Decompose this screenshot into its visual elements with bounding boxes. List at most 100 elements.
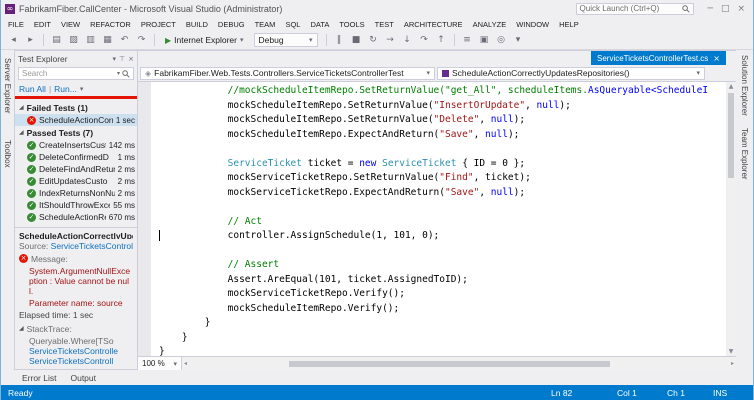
stop-debugging-icon[interactable]: ■: [349, 33, 364, 48]
code-line[interactable]: [159, 200, 726, 215]
horizontal-scroll-thumb[interactable]: [289, 361, 610, 367]
toolbar-options-icon[interactable]: ▾: [511, 33, 526, 48]
find-in-files-icon[interactable]: ◎: [494, 33, 509, 48]
menu-item-view[interactable]: VIEW: [56, 20, 85, 29]
stack-frame-link[interactable]: ServiceTicketsControlle: [19, 346, 133, 356]
code-line[interactable]: mockServiceTicketRepo.Verify();: [159, 287, 726, 302]
navigate-backward-icon[interactable]: ◂: [6, 33, 21, 48]
test-item[interactable]: ✓EditUpdatesCusto2 ms: [15, 175, 137, 187]
menu-item-build[interactable]: BUILD: [181, 20, 213, 29]
code-line[interactable]: [159, 142, 726, 157]
zoom-control[interactable]: 100 % ▾: [138, 357, 182, 370]
navigate-forward-icon[interactable]: ▸: [23, 33, 38, 48]
tab-team-explorer[interactable]: Team Explorer: [740, 128, 749, 180]
test-group-header[interactable]: ◢Failed Tests (1): [15, 101, 137, 114]
vertical-scroll-thumb[interactable]: [728, 93, 734, 178]
restart-icon[interactable]: ↻: [366, 33, 381, 48]
undo-icon[interactable]: ↶: [117, 33, 132, 48]
code-line[interactable]: Assert.AreEqual(101, ticket.AssignedToID…: [159, 273, 726, 288]
menu-item-sql[interactable]: SQL: [280, 20, 305, 29]
menu-item-team[interactable]: TEAM: [250, 20, 281, 29]
test-item[interactable]: ✓DeleteConfirmedD1 ms: [15, 151, 137, 163]
menu-item-edit[interactable]: EDIT: [29, 20, 56, 29]
code-line[interactable]: }: [159, 316, 726, 331]
test-item[interactable]: ×ScheduleActionCorrec1 sec: [15, 114, 137, 126]
run-all-link[interactable]: Run All: [19, 84, 46, 94]
code-line[interactable]: mockScheduleItemRepo.ExpectAndReturn("Sa…: [159, 128, 726, 143]
menu-item-test[interactable]: TEST: [370, 20, 399, 29]
code-line[interactable]: controller.AssignSchedule(1, 101, 0);: [159, 229, 726, 244]
document-tab-active[interactable]: ServiceTicketsControllerTest.cs ×: [591, 51, 726, 65]
close-icon[interactable]: ×: [128, 55, 134, 63]
test-item[interactable]: ✓ItShouldThrowExce55 ms: [15, 199, 137, 211]
solution-explorer-icon[interactable]: ≡: [460, 33, 475, 48]
menu-item-refactor[interactable]: REFACTOR: [85, 20, 136, 29]
code-line[interactable]: [159, 244, 726, 259]
start-debugging-button[interactable]: ▶Internet Explorer▾: [160, 35, 249, 45]
solution-configuration-dropdown[interactable]: Debug▾: [254, 33, 318, 47]
chevron-down-icon[interactable]: ▾: [80, 85, 84, 93]
menu-item-debug[interactable]: DEBUG: [213, 20, 250, 29]
menu-item-data[interactable]: DATA: [305, 20, 334, 29]
code-line[interactable]: //mockScheduleItemRepo.SetReturnValue("g…: [159, 84, 726, 99]
pin-icon[interactable]: ⊤: [119, 55, 125, 63]
run-menu-link[interactable]: Run...: [54, 84, 77, 94]
menu-item-help[interactable]: HELP: [554, 20, 584, 29]
test-item[interactable]: ✓IndexReturnsNonNul2 ms: [15, 187, 137, 199]
tab-solution-explorer[interactable]: Solution Explorer: [740, 55, 749, 116]
horizontal-scrollbar[interactable]: ◂ ▸: [182, 357, 736, 370]
test-search-input[interactable]: Search ▾: [18, 67, 134, 80]
chevron-down-icon[interactable]: ▾: [117, 70, 120, 77]
scroll-right-icon[interactable]: ▸: [729, 357, 736, 371]
test-item[interactable]: ✓CreateInsertsCusto142 ms: [15, 139, 137, 151]
menu-item-tools[interactable]: TOOLS: [334, 20, 369, 29]
test-item[interactable]: ✓ScheduleActionRet670 ms: [15, 211, 137, 223]
test-item[interactable]: ✓DeleteFindAndRetur2 ms: [15, 163, 137, 175]
type-dropdown[interactable]: ◈ FabrikamFiber.Web.Tests.Controllers.Se…: [140, 67, 435, 80]
break-all-icon[interactable]: ‖: [332, 33, 347, 48]
code-line[interactable]: ServiceTicket ticket = new ServiceTicket…: [159, 157, 726, 172]
close-button[interactable]: ×: [737, 4, 745, 14]
step-over-icon[interactable]: ↷: [417, 33, 432, 48]
tab-toolbox[interactable]: Toolbox: [3, 140, 12, 168]
code-line[interactable]: mockServiceTicketRepo.ExpectAndReturn("S…: [159, 186, 726, 201]
menu-item-architecture[interactable]: ARCHITECTURE: [399, 20, 468, 29]
code-line[interactable]: }: [159, 331, 726, 346]
minimize-button[interactable]: ─: [708, 4, 713, 14]
code-line[interactable]: mockScheduleItemRepo.SetReturnValue("Ins…: [159, 99, 726, 114]
stack-frame-link[interactable]: ServiceTicketsControll: [19, 356, 133, 366]
test-source-link[interactable]: ServiceTicketsControll: [51, 241, 133, 249]
code-line[interactable]: // Assert: [159, 258, 726, 273]
code-line[interactable]: mockServiceTicketRepo.SetReturnValue("Fi…: [159, 171, 726, 186]
menu-item-file[interactable]: FILE: [3, 20, 29, 29]
menu-item-window[interactable]: WINDOW: [511, 20, 554, 29]
tab-server-explorer[interactable]: Server Explorer: [3, 58, 12, 114]
step-out-icon[interactable]: ↑: [434, 33, 449, 48]
code-line[interactable]: // Act: [159, 215, 726, 230]
new-project-icon[interactable]: ▤: [49, 33, 64, 48]
member-dropdown[interactable]: ScheduleActionCorrectlyUpdatesRepositori…: [437, 67, 705, 80]
properties-window-icon[interactable]: ▣: [477, 33, 492, 48]
code-line[interactable]: }: [159, 345, 726, 356]
step-into-icon[interactable]: ↓: [400, 33, 415, 48]
code-editor[interactable]: //mockScheduleItemRepo.SetReturnValue("g…: [151, 82, 726, 356]
open-file-icon[interactable]: ▨: [66, 33, 81, 48]
expander-icon[interactable]: ◢: [19, 324, 24, 334]
scroll-down-icon[interactable]: ▼: [729, 347, 734, 356]
save-icon[interactable]: ▥: [83, 33, 98, 48]
quick-launch-input[interactable]: Quick Launch (Ctrl+Q): [576, 3, 694, 15]
save-all-icon[interactable]: ▦: [100, 33, 115, 48]
close-icon[interactable]: ×: [713, 54, 720, 63]
tab-error-list[interactable]: Error List: [16, 370, 62, 385]
vertical-scrollbar[interactable]: ▲ ▼: [726, 82, 736, 356]
show-next-statement-icon[interactable]: →: [383, 33, 398, 48]
code-line[interactable]: mockScheduleItemRepo.SetReturnValue("Del…: [159, 113, 726, 128]
scroll-up-icon[interactable]: ▲: [729, 82, 734, 91]
redo-icon[interactable]: ↷: [134, 33, 149, 48]
menu-item-project[interactable]: PROJECT: [136, 20, 181, 29]
maximize-button[interactable]: □: [721, 4, 730, 14]
scroll-left-icon[interactable]: ◂: [182, 357, 189, 371]
window-position-icon[interactable]: ▾: [113, 55, 117, 63]
code-line[interactable]: mockScheduleItemRepo.Verify();: [159, 302, 726, 317]
menu-item-analyze[interactable]: ANALYZE: [468, 20, 512, 29]
